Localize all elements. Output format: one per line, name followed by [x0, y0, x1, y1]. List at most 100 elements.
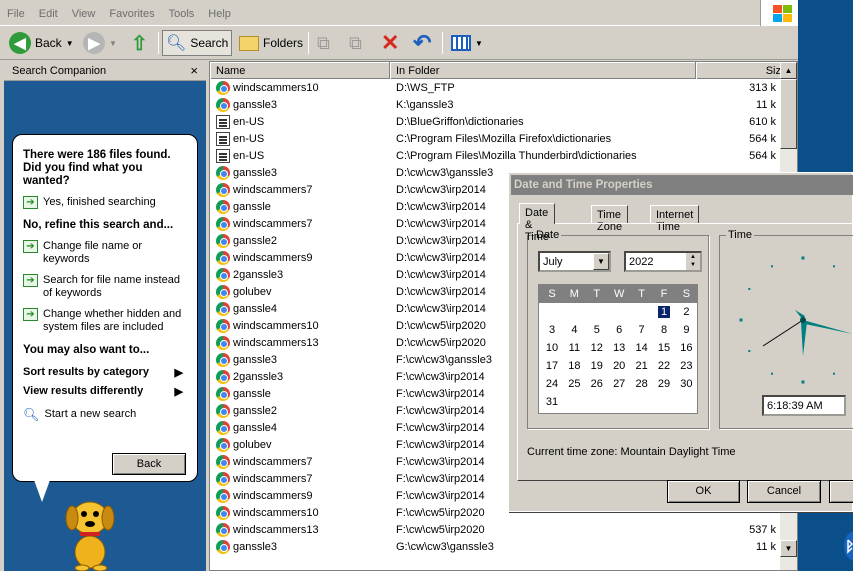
column-size[interactable]: Siz: [696, 62, 781, 79]
clock-tick: [739, 318, 743, 322]
file-folder: D:\cw\cw3\irp2014: [396, 235, 486, 247]
calendar-day[interactable]: 9: [675, 324, 697, 336]
calendar-day[interactable]: 15: [653, 342, 675, 354]
calendar-day[interactable]: 24: [541, 378, 563, 390]
table-row[interactable]: en-US C:\Program Files\Mozilla Firefox\d…: [210, 131, 781, 148]
year-spinner[interactable]: 2022 ▲ ▼: [624, 251, 702, 272]
column-name[interactable]: Name: [210, 62, 390, 79]
undo-button[interactable]: ↶: [410, 30, 434, 56]
companion-back-button[interactable]: Back: [112, 453, 186, 475]
file-name: windscammers9: [233, 252, 313, 264]
dropdown-icon: ▼: [65, 38, 74, 48]
chrome-file-icon: [216, 268, 230, 282]
apply-button[interactable]: [829, 480, 853, 503]
scroll-thumb[interactable]: [780, 79, 797, 149]
refine-option-name[interactable]: ➔ Change file name or keywords: [23, 240, 191, 266]
calendar-day[interactable]: 25: [563, 378, 585, 390]
spinner-arrows-icon[interactable]: ▲ ▼: [686, 253, 700, 270]
ok-button[interactable]: OK: [667, 480, 740, 503]
menu-help[interactable]: Help: [201, 4, 238, 20]
calendar-day[interactable]: 12: [586, 342, 608, 354]
chrome-file-icon: [216, 234, 230, 248]
menu-file[interactable]: File: [0, 4, 32, 20]
expand-arrow-icon: ▶: [174, 386, 183, 398]
dictionary-file-icon: [216, 149, 230, 163]
month-select[interactable]: July ▼: [538, 251, 611, 272]
calendar-day[interactable]: 14: [631, 342, 653, 354]
calendar-day[interactable]: 21: [631, 360, 653, 372]
refine-option-keywords[interactable]: ➔ Search for file name instead of keyword…: [23, 274, 191, 300]
calendar-day[interactable]: 27: [608, 378, 630, 390]
chrome-file-icon: [216, 166, 230, 180]
scroll-down-icon[interactable]: ▼: [780, 540, 797, 557]
file-name: golubev: [233, 286, 272, 298]
copy-to-button[interactable]: ⧉: [346, 30, 365, 56]
refine-option-hidden[interactable]: ➔ Change whether hidden and system files …: [23, 308, 191, 334]
calendar-day[interactable]: 1: [658, 306, 670, 318]
windows-logo-icon: [760, 0, 798, 26]
table-row[interactable]: windscammers13 F:\cw\cw5\irp2020 537 k: [210, 522, 781, 539]
calendar-day[interactable]: 4: [563, 324, 585, 336]
menu-view[interactable]: View: [65, 4, 103, 20]
calendar-day[interactable]: 23: [675, 360, 697, 372]
chrome-file-icon: [216, 302, 230, 316]
file-folder: D:\cw\cw3\ganssle3: [396, 167, 494, 179]
table-row[interactable]: windscammers10 D:\WS_FTP 313 k: [210, 80, 781, 97]
calendar-day[interactable]: 20: [608, 360, 630, 372]
file-name: en-US: [233, 133, 265, 145]
back-button[interactable]: ◀ Back ▼: [6, 30, 77, 56]
calendar-day[interactable]: 3: [541, 324, 563, 336]
tab-time-zone[interactable]: Time Zone: [591, 205, 629, 233]
cancel-button[interactable]: Cancel: [747, 480, 821, 503]
search-balloon: There were 186 files found. Did you find…: [12, 134, 198, 482]
calendar-day[interactable]: 2: [675, 306, 697, 318]
tab-date-time[interactable]: Date & Time: [519, 203, 556, 243]
calendar-day[interactable]: 11: [563, 342, 585, 354]
sort-results-link[interactable]: Sort results by category ▶: [23, 366, 191, 379]
calendar-day[interactable]: 10: [541, 342, 563, 354]
file-folder: F:\cw\cw3\irp2014: [396, 439, 485, 451]
close-icon[interactable]: ×: [190, 63, 198, 78]
table-row[interactable]: en-US C:\Program Files\Mozilla Thunderbi…: [210, 148, 781, 165]
calendar-day[interactable]: 16: [675, 342, 697, 354]
column-in-folder[interactable]: In Folder: [390, 62, 696, 79]
move-to-button[interactable]: ⧉: [314, 30, 333, 56]
table-row[interactable]: ganssle3 G:\cw\cw3\ganssle3 11 k: [210, 539, 781, 556]
menu-edit[interactable]: Edit: [32, 4, 65, 20]
menu-tools[interactable]: Tools: [162, 4, 202, 20]
calendar-day[interactable]: 17: [541, 360, 563, 372]
calendar-day[interactable]: 26: [586, 378, 608, 390]
calendar-day[interactable]: 6: [608, 324, 630, 336]
scroll-up-icon[interactable]: ▲: [780, 62, 797, 79]
up-folder-button[interactable]: ⇧: [128, 30, 151, 56]
calendar-day[interactable]: 7: [631, 324, 653, 336]
analog-clock-icon: [739, 256, 853, 384]
calendar-day[interactable]: 31: [541, 396, 563, 408]
calendar-day[interactable]: 8: [653, 324, 675, 336]
file-folder: F:\cw\cw3\irp2014: [396, 405, 485, 417]
view-results-link[interactable]: View results differently ▶: [23, 385, 191, 398]
calendar-day[interactable]: 18: [563, 360, 585, 372]
menu-favorites[interactable]: Favorites: [102, 4, 161, 20]
calendar-day[interactable]: 5: [586, 324, 608, 336]
delete-button[interactable]: ✕: [378, 30, 402, 56]
table-row[interactable]: en-US D:\BlueGriffon\dictionaries 610 k: [210, 114, 781, 131]
tab-internet-time[interactable]: Internet Time: [650, 205, 700, 233]
calendar-day[interactable]: 29: [653, 378, 675, 390]
table-row[interactable]: ganssle3 K:\ganssle3 11 k: [210, 97, 781, 114]
file-folder: D:\cw\cw3\irp2014: [396, 184, 486, 196]
new-search-link[interactable]: 🔍︎ Start a new search: [23, 408, 191, 421]
time-field[interactable]: 6:18:39 AM: [762, 395, 846, 416]
chrome-file-icon: [216, 387, 230, 401]
finished-searching-link[interactable]: ➔ Yes, finished searching: [23, 196, 191, 209]
calendar-day[interactable]: 30: [675, 378, 697, 390]
calendar-day[interactable]: 28: [631, 378, 653, 390]
results-message: There were 186 files found. Did you find…: [23, 149, 171, 187]
calendar-day[interactable]: 22: [653, 360, 675, 372]
folders-button[interactable]: Folders: [236, 30, 306, 56]
views-button[interactable]: ▼: [448, 30, 486, 56]
calendar-day[interactable]: 19: [586, 360, 608, 372]
search-button[interactable]: 🔍︎ Search: [162, 30, 232, 56]
forward-button[interactable]: ▶ ▼: [80, 30, 120, 56]
calendar-day[interactable]: 13: [608, 342, 630, 354]
